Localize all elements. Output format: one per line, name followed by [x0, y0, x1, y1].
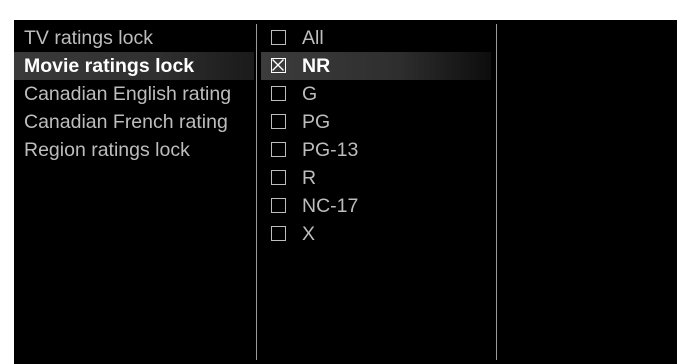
checkbox-icon[interactable] — [271, 170, 286, 185]
menu-item-tv-ratings-lock[interactable]: TV ratings lock — [14, 24, 254, 52]
checkbox-icon[interactable] — [271, 114, 286, 129]
ratings-lock-menu: TV ratings lock Movie ratings lock Canad… — [14, 24, 254, 164]
rating-option-label: PG-13 — [302, 139, 359, 161]
rating-option-label: NC-17 — [302, 195, 359, 217]
rating-option-label: NR — [302, 55, 331, 77]
checkbox-icon[interactable] — [271, 198, 286, 213]
rating-option-nr[interactable]: NR — [261, 52, 491, 80]
rating-option-g[interactable]: G — [261, 80, 491, 108]
movie-ratings-options: All NR G PG PG-13 R NC-17 X — [261, 24, 491, 248]
rating-option-label: G — [302, 83, 318, 105]
checkbox-icon[interactable] — [271, 86, 286, 101]
rating-option-nc-17[interactable]: NC-17 — [261, 192, 491, 220]
checkbox-icon[interactable] — [271, 142, 286, 157]
rating-option-label: R — [302, 167, 317, 189]
rating-option-all[interactable]: All — [261, 24, 491, 52]
rating-option-label: All — [302, 27, 324, 49]
tv-settings-screen: TV ratings lock Movie ratings lock Canad… — [0, 0, 691, 364]
menu-item-canadian-french-rating[interactable]: Canadian French rating — [14, 108, 254, 136]
menu-item-region-ratings-lock[interactable]: Region ratings lock — [14, 136, 254, 164]
menu-item-movie-ratings-lock[interactable]: Movie ratings lock — [14, 52, 254, 80]
cross-mark-icon — [272, 59, 284, 71]
checkbox-checked-icon[interactable] — [271, 58, 286, 73]
rating-option-r[interactable]: R — [261, 164, 491, 192]
checkbox-icon[interactable] — [271, 30, 286, 45]
menu-item-canadian-english-rating[interactable]: Canadian English rating — [14, 80, 254, 108]
parental-control-panel: TV ratings lock Movie ratings lock Canad… — [14, 20, 677, 364]
rating-option-x[interactable]: X — [261, 220, 491, 248]
rating-option-pg[interactable]: PG — [261, 108, 491, 136]
checkbox-icon[interactable] — [271, 226, 286, 241]
rating-option-pg-13[interactable]: PG-13 — [261, 136, 491, 164]
column-divider — [256, 24, 257, 360]
rating-option-label: X — [302, 223, 316, 245]
column-divider — [496, 24, 497, 360]
rating-option-label: PG — [302, 111, 331, 133]
